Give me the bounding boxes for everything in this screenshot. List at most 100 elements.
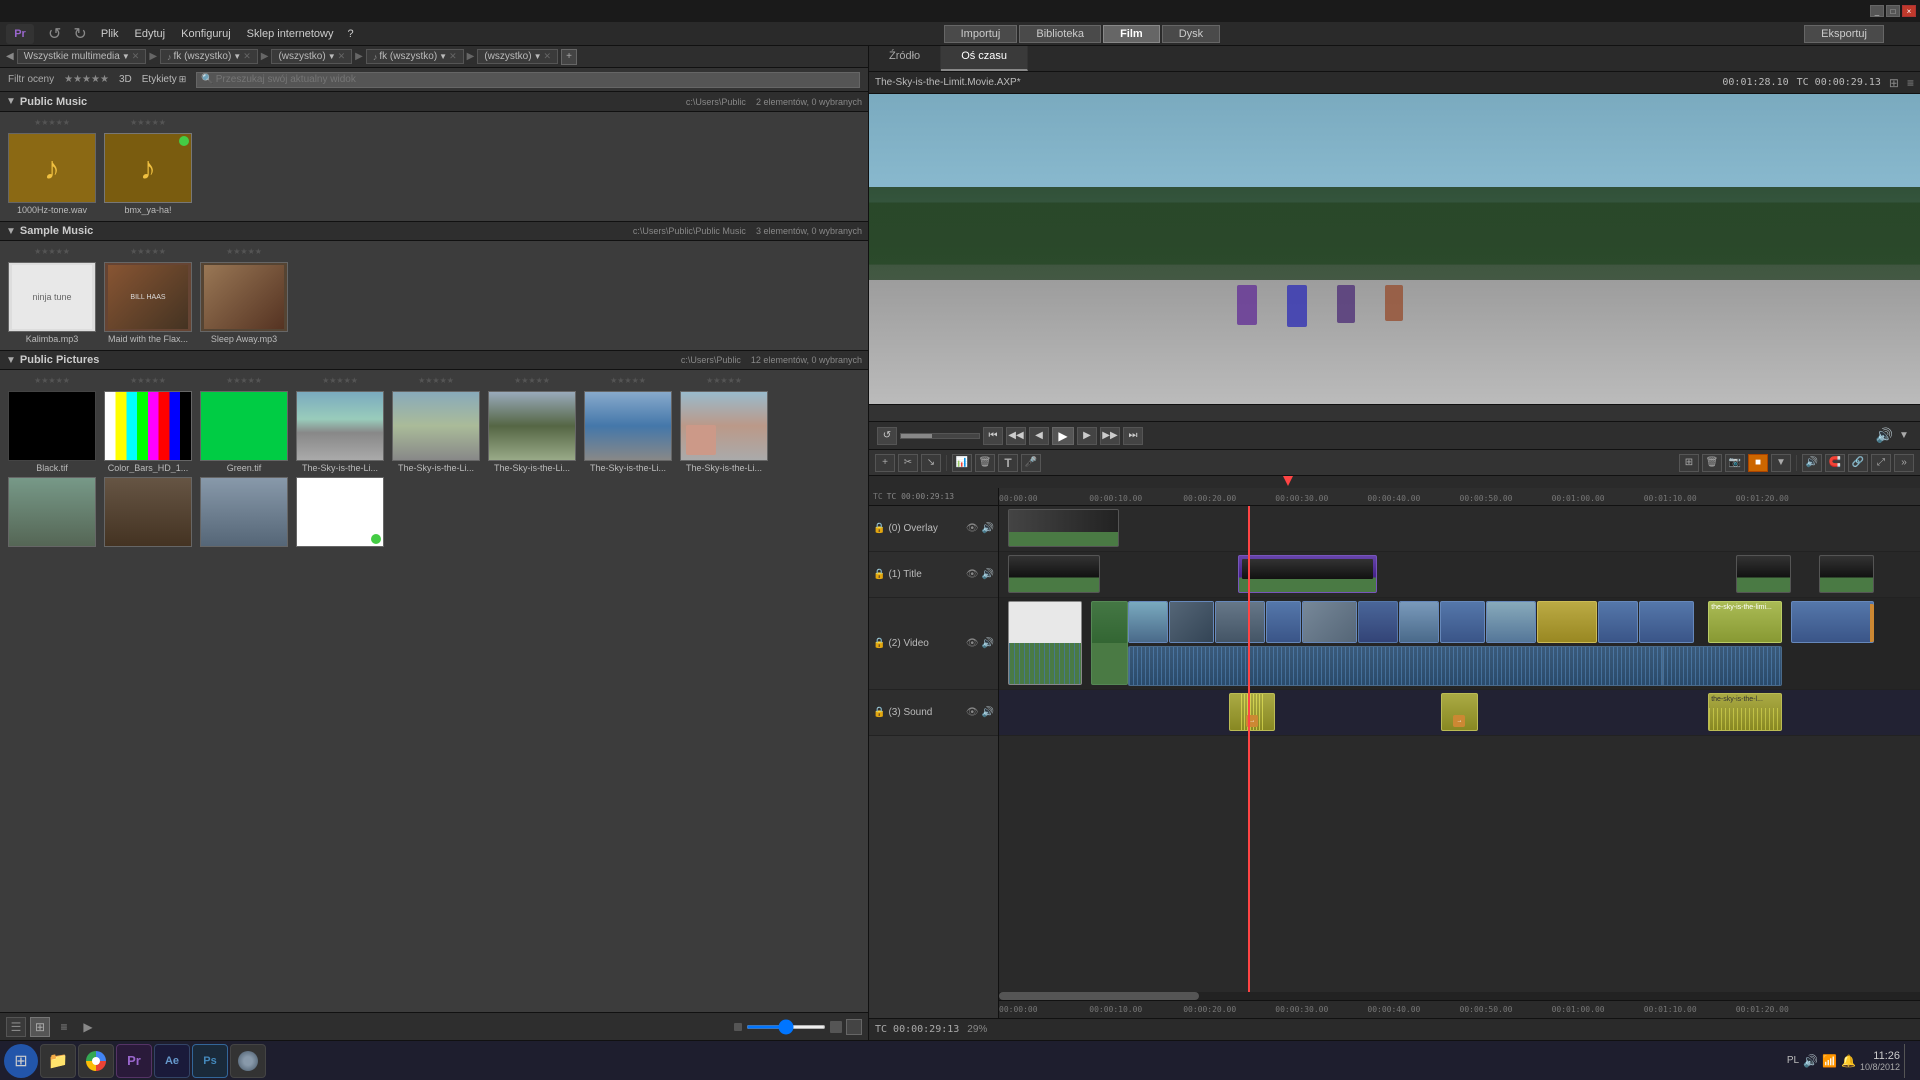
section-toggle-music[interactable]: ▼ [6, 96, 16, 107]
notification-icon[interactable]: 🔔 [1841, 1054, 1856, 1068]
pb-loop-btn[interactable]: ↺ [877, 427, 897, 445]
track-lock-overlay[interactable]: 🔒 [873, 523, 885, 534]
show-desktop-btn[interactable] [1904, 1044, 1908, 1078]
view-options-btn[interactable]: ≡ [54, 1017, 74, 1037]
clip-overlay-1[interactable] [1008, 509, 1119, 547]
media-item-sky1[interactable]: The-Sky-is-the-Li... [294, 391, 386, 473]
track-audio-video[interactable]: 🔊 [982, 638, 994, 649]
media-item-colorbars[interactable]: Color_Bars_HD_1... [102, 391, 194, 473]
track-sound[interactable]: → → the-sky-is-the-l... [999, 690, 1920, 736]
track-audio-overlay[interactable]: 🔊 [982, 523, 994, 534]
biblioteka-btn[interactable]: Biblioteka [1019, 25, 1101, 43]
pb-step-fwd-btn[interactable]: ▶ [1077, 427, 1097, 445]
bc-item1[interactable]: ♪ fk (wszystko) ▼ ✕ [160, 49, 258, 64]
tl-audio-btn[interactable]: 🔊 [1802, 454, 1822, 472]
timeline-ruler[interactable]: 00:00:00 00:00:10.00 00:00:20.00 00:00:3… [999, 488, 1920, 506]
timeline-scrollbar[interactable] [999, 992, 1199, 1000]
tab-source[interactable]: Źródło [869, 46, 941, 71]
tl-trash-btn[interactable]: 🗑 [1702, 454, 1722, 472]
view-grid-btn[interactable]: ⊞ [30, 1017, 50, 1037]
view-list-btn[interactable]: ☰ [6, 1017, 26, 1037]
track-eye-video[interactable]: 👁 [966, 638, 979, 649]
media-item-sky5[interactable]: The-Sky-is-the-Li... [678, 391, 770, 473]
film-btn[interactable]: Film [1103, 25, 1160, 43]
clip-sound-2[interactable]: → [1441, 693, 1478, 731]
bc-item3[interactable]: ♪ fk (wszystko) ▼ ✕ [366, 49, 464, 64]
tl-more2-btn[interactable]: » [1894, 454, 1914, 472]
tl-razor-btn[interactable]: ✂ [898, 454, 918, 472]
track-lock-sound[interactable]: 🔒 [873, 707, 885, 718]
clip-title-4[interactable] [1819, 555, 1874, 593]
menu-plik[interactable]: Plik [93, 26, 127, 42]
taskbar-ae[interactable]: Ae [154, 1044, 190, 1078]
zoom-slider[interactable] [746, 1025, 826, 1029]
tl-add-track-btn[interactable]: + [875, 454, 895, 472]
preview-expand-btn[interactable]: ⊞ [1889, 76, 1899, 90]
tl-del-btn[interactable]: 🗑 [975, 454, 995, 472]
pb-start-btn[interactable]: ⏮ [983, 427, 1003, 445]
taskbar-app6[interactable] [230, 1044, 266, 1078]
minimize-btn[interactable]: _ [1870, 5, 1884, 17]
track-audio-sound[interactable]: 🔊 [982, 707, 994, 718]
tl-expand-btn[interactable]: ⤢ [1871, 454, 1891, 472]
tl-chart-btn[interactable]: 📊 [952, 454, 972, 472]
track-eye-title[interactable]: 👁 [966, 569, 979, 580]
media-item-kalimba[interactable]: ninja tune Kalimba.mp3 [6, 262, 98, 344]
media-item-bmx[interactable]: ♪ bmx_ya-ha! [102, 133, 194, 215]
network-icon[interactable]: 📶 [1822, 1054, 1837, 1068]
media-item-extra2[interactable] [102, 477, 194, 547]
pb-end-btn[interactable]: ⏭ [1123, 427, 1143, 445]
menu-help[interactable]: ? [342, 26, 360, 42]
tl-snapshot-btn[interactable]: 📷 [1725, 454, 1745, 472]
clip-title-2[interactable] [1238, 555, 1376, 593]
filter-etykiety[interactable]: Etykiety ⊞ [142, 74, 187, 85]
vol-icon[interactable]: 🔊 [1803, 1054, 1818, 1068]
filter-stars[interactable]: ★★★★★ [64, 74, 109, 85]
clip-sound-1[interactable]: → [1229, 693, 1275, 731]
media-item-sky3[interactable]: The-Sky-is-the-Li... [486, 391, 578, 473]
autoplay-btn[interactable]: ▶ [78, 1017, 98, 1037]
redo-btn[interactable]: ↻ [67, 22, 92, 46]
tab-timeline[interactable]: Oś czasu [941, 46, 1028, 71]
tl-text-btn[interactable]: T [998, 454, 1018, 472]
menu-konfiguruj[interactable]: Konfiguruj [173, 26, 239, 42]
media-item-extra3[interactable] [198, 477, 290, 547]
clip-title-3[interactable] [1736, 555, 1791, 593]
pb-vol-down-btn[interactable]: ▼ [1896, 427, 1912, 445]
media-item-sleep[interactable]: Sleep Away.mp3 [198, 262, 290, 344]
search-input[interactable] [216, 74, 855, 85]
tl-link-btn[interactable]: 🔗 [1848, 454, 1868, 472]
bc-all-media[interactable]: Wszystkie multimedia ▼ ✕ [17, 49, 147, 64]
pb-play-btn[interactable]: ▶ [1052, 427, 1074, 445]
close-btn[interactable]: × [1902, 5, 1916, 17]
tl-safe-btn[interactable]: ⊞ [1679, 454, 1699, 472]
undo-btn[interactable]: ↺ [42, 22, 67, 46]
media-item-sky4[interactable]: The-Sky-is-the-Li... [582, 391, 674, 473]
menu-edytuj[interactable]: Edytuj [127, 26, 174, 42]
track-eye-sound[interactable]: 👁 [966, 707, 979, 718]
importuj-btn[interactable]: Importuj [944, 25, 1018, 43]
pb-vol-btn[interactable]: 🔊 [1876, 427, 1893, 444]
dysk-btn[interactable]: Dysk [1162, 25, 1220, 43]
section-toggle-sample[interactable]: ▼ [6, 226, 16, 237]
maximize-btn[interactable]: □ [1886, 5, 1900, 17]
tl-snap-btn[interactable]: 🧲 [1825, 454, 1845, 472]
bc-item4[interactable]: (wszystko) ▼ ✕ [477, 49, 558, 64]
media-item-1000hz[interactable]: ♪ 1000Hz-tone.wav [6, 133, 98, 215]
section-toggle-pics[interactable]: ▼ [6, 355, 16, 366]
taskbar-premiere[interactable]: Pr [116, 1044, 152, 1078]
media-item-sky2[interactable]: The-Sky-is-the-Li... [390, 391, 482, 473]
track-overlay[interactable] [999, 506, 1920, 552]
start-btn[interactable]: ⊞ [4, 1044, 38, 1078]
view-toggle[interactable] [846, 1019, 862, 1035]
taskbar-ps[interactable]: Ps [192, 1044, 228, 1078]
track-lock-video[interactable]: 🔒 [873, 638, 885, 649]
media-item-maid[interactable]: BILL HAAS Maid with the Flax... [102, 262, 194, 344]
taskbar-explorer[interactable]: 📁 [40, 1044, 76, 1078]
track-title[interactable] [999, 552, 1920, 598]
pb-progress-bar[interactable] [900, 433, 980, 439]
menu-sklep[interactable]: Sklep internetowy [239, 26, 342, 42]
track-video[interactable]: the-sky-is-the-limi... [999, 598, 1920, 690]
track-eye-overlay[interactable]: 👁 [966, 523, 979, 534]
tl-arrow-btn[interactable]: ↘ [921, 454, 941, 472]
